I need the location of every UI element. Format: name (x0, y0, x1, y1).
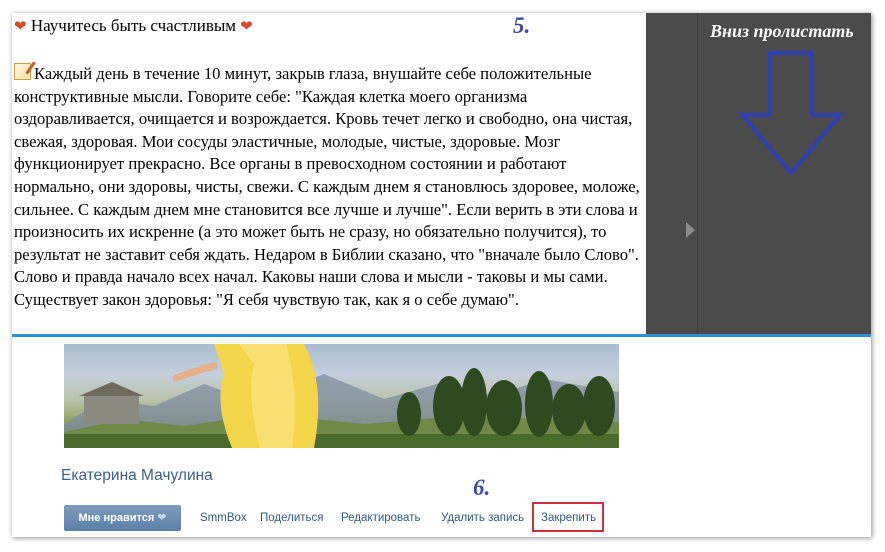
heart-icon: ❤ (240, 19, 253, 35)
edit-link[interactable]: Редактировать (341, 505, 420, 531)
step-number-5: 5. (513, 13, 531, 38)
photo-illustration (64, 344, 619, 448)
post-title: ❤ Научитесь быть счастливым ❤ (14, 16, 253, 36)
memo-icon (14, 63, 31, 80)
smmbox-link[interactable]: SmmBox (200, 505, 247, 531)
chevron-right-icon[interactable] (686, 222, 695, 238)
arrow-down-icon (737, 51, 845, 177)
screenshot-frame: ❤ Научитесь быть счастливым ❤ Каждый ден… (12, 13, 871, 537)
post-title-text: Научитесь быть счастливым (30, 16, 237, 35)
like-button-label: Мне нравится (78, 512, 155, 524)
section-separator (12, 334, 871, 337)
post-paragraph: Каждый день в течение 10 минут, закрыв г… (14, 64, 640, 309)
post-author-name[interactable]: Екатерина Мачулина (61, 467, 213, 485)
side-panel: Вниз пролистать (646, 13, 871, 335)
post-text-area: ❤ Научитесь быть счастливым ❤ Каждый ден… (12, 13, 646, 335)
post-body: Каждый день в течение 10 минут, закрыв г… (14, 63, 644, 312)
heart-icon: ❤ (157, 512, 167, 524)
scroll-hint-label: Вниз пролистать (710, 21, 854, 41)
pin-post-link[interactable]: Закрепить (541, 505, 596, 531)
step-number-6: 6. (473, 475, 491, 500)
share-link[interactable]: Поделиться (260, 505, 324, 531)
like-button[interactable]: Мне нравится ❤ (64, 505, 181, 531)
panel-divider (697, 13, 698, 335)
heart-icon: ❤ (14, 19, 27, 35)
delete-post-link[interactable]: Удалить запись (441, 505, 524, 531)
post-photo[interactable] (64, 344, 619, 448)
